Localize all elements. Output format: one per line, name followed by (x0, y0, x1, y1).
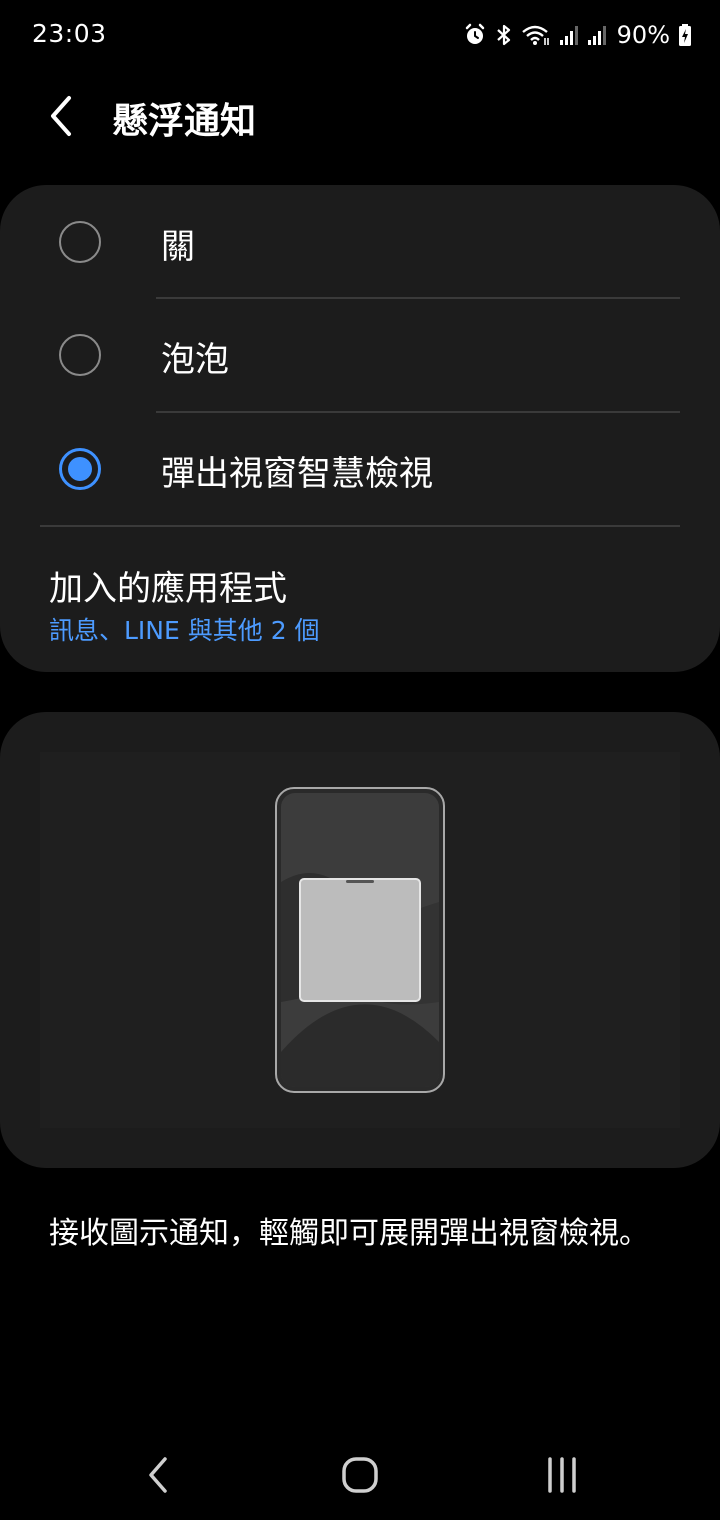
nav-recents-button[interactable] (532, 1450, 592, 1500)
option-label: 關 (161, 227, 195, 267)
radio-button[interactable] (59, 221, 101, 263)
nav-home-icon (342, 1457, 378, 1493)
radio-button-selected[interactable] (59, 448, 101, 490)
option-bubbles[interactable]: 泡泡 (0, 298, 720, 411)
radio-button[interactable] (59, 334, 101, 376)
wifi-icon (521, 23, 551, 47)
illustration-card (0, 712, 720, 1168)
option-popup-smart-view[interactable]: 彈出視窗智慧檢視 (0, 412, 720, 525)
back-chevron-icon (51, 96, 71, 136)
back-button[interactable] (32, 86, 92, 146)
app-bar: 懸浮通知 (0, 72, 720, 158)
status-icons: 90% (463, 18, 692, 52)
illustration-area (40, 752, 680, 1128)
option-label: 彈出視窗智慧檢視 (161, 454, 433, 494)
nav-back-button[interactable] (128, 1450, 188, 1500)
signal-icon (559, 23, 579, 47)
nav-home-button[interactable] (330, 1450, 390, 1500)
bluetooth-icon (495, 23, 513, 47)
navigation-bar (0, 1420, 720, 1520)
feature-description: 接收圖示通知，輕觸即可展開彈出視窗檢視。 (49, 1216, 649, 1251)
phone-popup-illustration (275, 787, 445, 1093)
signal-icon (587, 23, 607, 47)
page-title: 懸浮通知 (112, 101, 257, 142)
alarm-icon (463, 23, 487, 47)
status-time: 23:03 (32, 19, 107, 48)
nav-back-icon (149, 1457, 167, 1493)
status-bar: 23:03 90% (0, 0, 720, 70)
option-off[interactable]: 關 (0, 185, 720, 298)
battery-charging-icon (678, 23, 692, 47)
options-card: 關 泡泡 彈出視窗智慧檢視 加入的應用程式 訊息、LINE 與其他 2 個 (0, 185, 720, 672)
battery-percentage: 90% (616, 21, 670, 49)
included-apps-row[interactable]: 加入的應用程式 訊息、LINE 與其他 2 個 (0, 525, 720, 665)
nav-recents-icon (548, 1457, 576, 1493)
included-apps-summary: 訊息、LINE 與其他 2 個 (49, 616, 320, 645)
included-apps-title: 加入的應用程式 (49, 569, 287, 609)
option-label: 泡泡 (161, 340, 229, 380)
